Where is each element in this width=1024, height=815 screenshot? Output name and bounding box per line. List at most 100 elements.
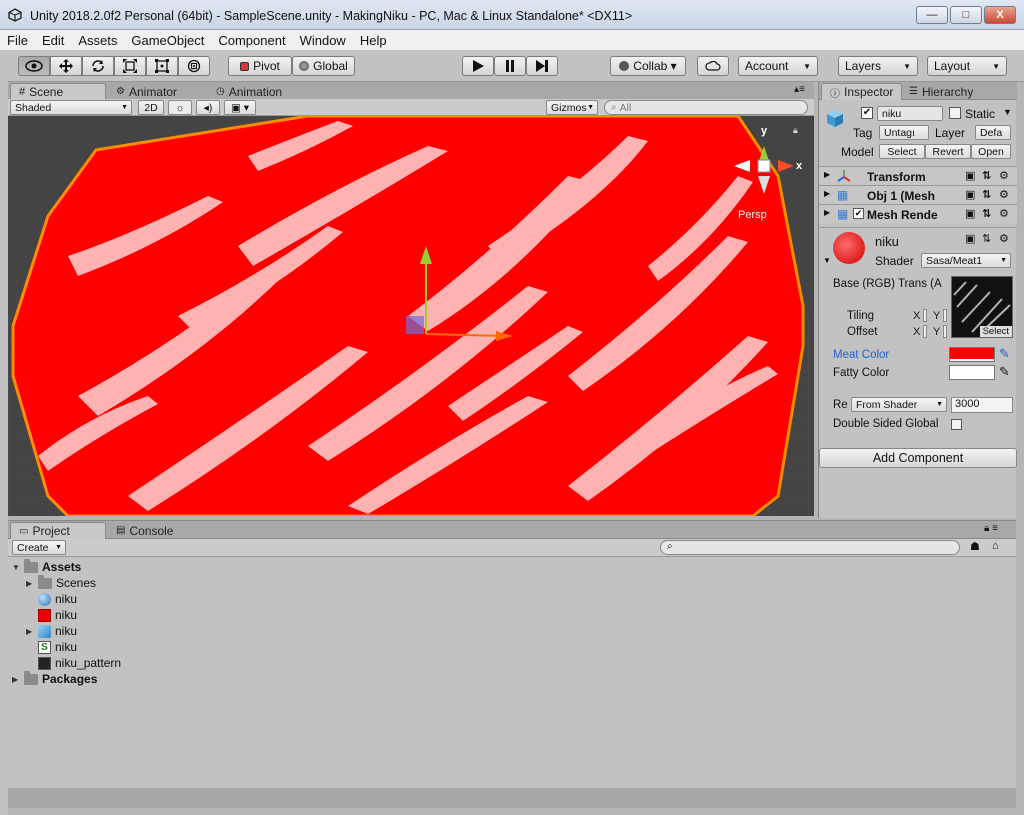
offset-y-field[interactable] xyxy=(943,325,947,338)
menu-edit[interactable]: Edit xyxy=(35,33,71,48)
play-button[interactable] xyxy=(462,56,494,76)
model-open-button[interactable]: Open xyxy=(971,144,1011,159)
audio-toggle[interactable]: ◂) xyxy=(196,100,220,115)
panel-menu-icon[interactable]: ▴≡ xyxy=(794,84,805,95)
project-search-input[interactable]: ⌕ xyxy=(660,540,960,555)
scene-viewport[interactable]: y x Persp 🔒︎ xyxy=(8,116,814,516)
help-book-icon[interactable]: ▣ xyxy=(965,207,975,220)
tab-project[interactable]: ▭ Project xyxy=(10,522,106,539)
rect-tool-button[interactable] xyxy=(146,56,178,76)
tree-item-niku-prefab[interactable]: ▶ niku xyxy=(26,624,77,638)
object-name-field[interactable]: niku xyxy=(877,106,943,121)
tree-item-scenes[interactable]: ▶ Scenes xyxy=(26,574,96,590)
tag-dropdown[interactable]: Untagı xyxy=(879,125,929,140)
transform-all-tool-button[interactable] xyxy=(178,56,210,76)
active-checkbox[interactable]: ✔ xyxy=(861,107,873,119)
static-checkbox[interactable] xyxy=(949,107,961,119)
create-dropdown[interactable]: Create ▼ xyxy=(12,540,66,555)
tab-console[interactable]: ▤ Console xyxy=(108,522,181,539)
layer-dropdown[interactable]: Defa xyxy=(975,125,1011,140)
move-tool-button[interactable] xyxy=(50,56,82,76)
meat-color-swatch[interactable] xyxy=(949,347,995,362)
tiling-y-field[interactable] xyxy=(943,309,947,322)
minimize-button[interactable]: — xyxy=(916,6,948,24)
tiling-x-field[interactable] xyxy=(923,309,927,322)
static-dropdown-icon[interactable]: ▼ xyxy=(1003,107,1012,117)
plane-handle[interactable] xyxy=(406,316,424,334)
shader-dropdown[interactable]: Sasa/Meat1 ▼ xyxy=(921,253,1011,268)
filter-label-icon[interactable]: ⌂ xyxy=(992,540,999,552)
cloud-services-button[interactable] xyxy=(697,56,729,76)
preset-icon[interactable]: ⇅ xyxy=(982,188,991,201)
preset-icon[interactable]: ⇅ xyxy=(982,169,991,182)
transform-component-header[interactable]: ▶ Transform ▣ ⇅ ⚙ xyxy=(819,166,1017,185)
tree-item-niku-model[interactable]: niku xyxy=(38,592,77,606)
pause-button[interactable] xyxy=(494,56,526,76)
maximize-button[interactable]: □ xyxy=(950,6,982,24)
help-book-icon[interactable]: ▣ xyxy=(965,169,975,182)
texture-select-button[interactable]: Select xyxy=(979,326,1012,337)
menu-component[interactable]: Component xyxy=(211,33,292,48)
shading-mode-dropdown[interactable]: Shaded ▼ xyxy=(10,100,132,115)
meshfilter-component-header[interactable]: ▶ ▦ Obj 1 (Mesh ▣ ⇅ ⚙ xyxy=(819,185,1017,204)
tree-item-packages[interactable]: ▶ Packages xyxy=(12,670,97,686)
account-dropdown[interactable]: Account ▼ xyxy=(738,56,818,76)
collapse-arrow-icon[interactable]: ▼ xyxy=(823,256,831,265)
help-book-icon[interactable]: ▣ xyxy=(965,232,975,245)
menu-file[interactable]: File xyxy=(0,33,35,48)
meshrenderer-component-header[interactable]: ▶ ▦ ✔ Mesh Rende ▣ ⇅ ⚙ xyxy=(819,204,1017,223)
tab-inspector[interactable]: ⓘ Inspector xyxy=(821,83,903,100)
collab-dropdown[interactable]: Collab ▾ xyxy=(610,56,686,76)
eyedropper-icon[interactable]: ✎ xyxy=(999,346,1010,362)
tree-item-niku-material[interactable]: niku xyxy=(38,608,77,622)
model-select-button[interactable]: Select xyxy=(879,144,925,159)
offset-x-field[interactable] xyxy=(923,325,927,338)
2d-toggle[interactable]: 2D xyxy=(138,100,164,115)
rotate-tool-button[interactable] xyxy=(82,56,114,76)
eyedropper-icon[interactable]: ✎ xyxy=(999,364,1010,380)
gear-icon[interactable]: ⚙ xyxy=(999,207,1009,220)
perspective-label[interactable]: Persp xyxy=(738,209,767,221)
preset-icon[interactable]: ⇅ xyxy=(982,207,991,220)
meshrenderer-enabled-checkbox[interactable]: ✔ xyxy=(853,208,864,219)
fatty-color-swatch[interactable] xyxy=(949,365,995,380)
help-book-icon[interactable]: ▣ xyxy=(965,188,975,201)
tree-item-niku-shader[interactable]: S niku xyxy=(38,640,77,654)
gear-icon[interactable]: ⚙ xyxy=(999,169,1009,182)
global-toggle[interactable]: Global xyxy=(292,56,355,76)
lock-icon[interactable]: 🔒︎ xyxy=(793,125,798,136)
render-queue-value-field[interactable]: 3000 xyxy=(951,397,1013,413)
filter-type-icon[interactable]: ☗ xyxy=(970,540,980,553)
close-button[interactable]: X xyxy=(984,6,1016,24)
gizmos-dropdown[interactable]: Gizmos ▼ xyxy=(546,100,598,115)
double-sided-checkbox[interactable] xyxy=(951,419,962,430)
menu-help[interactable]: Help xyxy=(353,33,394,48)
menu-assets[interactable]: Assets xyxy=(71,33,124,48)
gear-icon[interactable]: ⚙ xyxy=(999,188,1009,201)
model-revert-button[interactable]: Revert xyxy=(925,144,971,159)
layout-dropdown[interactable]: Layout ▼ xyxy=(927,56,1007,76)
layers-dropdown[interactable]: Layers ▼ xyxy=(838,56,918,76)
gear-icon[interactable]: ⚙ xyxy=(999,232,1009,245)
tab-animator[interactable]: ⚙ Animator xyxy=(108,83,185,100)
transform-title: Transform xyxy=(867,170,926,184)
step-button[interactable] xyxy=(526,56,558,76)
tab-hierarchy[interactable]: ☰ Hierarchy xyxy=(901,83,981,100)
menu-window[interactable]: Window xyxy=(293,33,353,48)
add-component-button[interactable]: Add Component xyxy=(819,448,1017,468)
view-tool-button[interactable] xyxy=(18,56,50,76)
effects-dropdown[interactable]: ▣ ▾ xyxy=(224,100,256,115)
scene-search-input[interactable]: ⌕ All xyxy=(604,100,808,115)
texture-thumbnail[interactable]: Select xyxy=(951,276,1013,338)
tree-item-assets[interactable]: ▼ Assets xyxy=(12,558,81,574)
tab-scene[interactable]: # Scene xyxy=(10,83,106,100)
menu-gameobject[interactable]: GameObject xyxy=(124,33,211,48)
panel-menu-icon[interactable]: 🔒︎ ≡ xyxy=(984,523,998,534)
render-queue-mode-dropdown[interactable]: From Shader ▼ xyxy=(851,397,947,412)
scale-tool-button[interactable] xyxy=(114,56,146,76)
tree-item-niku-pattern[interactable]: niku_pattern xyxy=(38,656,121,670)
tab-animation[interactable]: ◷ Animation xyxy=(208,83,290,100)
pivot-toggle[interactable]: Pivot xyxy=(228,56,292,76)
preset-icon[interactable]: ⇅ xyxy=(982,232,991,245)
lighting-toggle[interactable]: ☼ xyxy=(168,100,192,115)
